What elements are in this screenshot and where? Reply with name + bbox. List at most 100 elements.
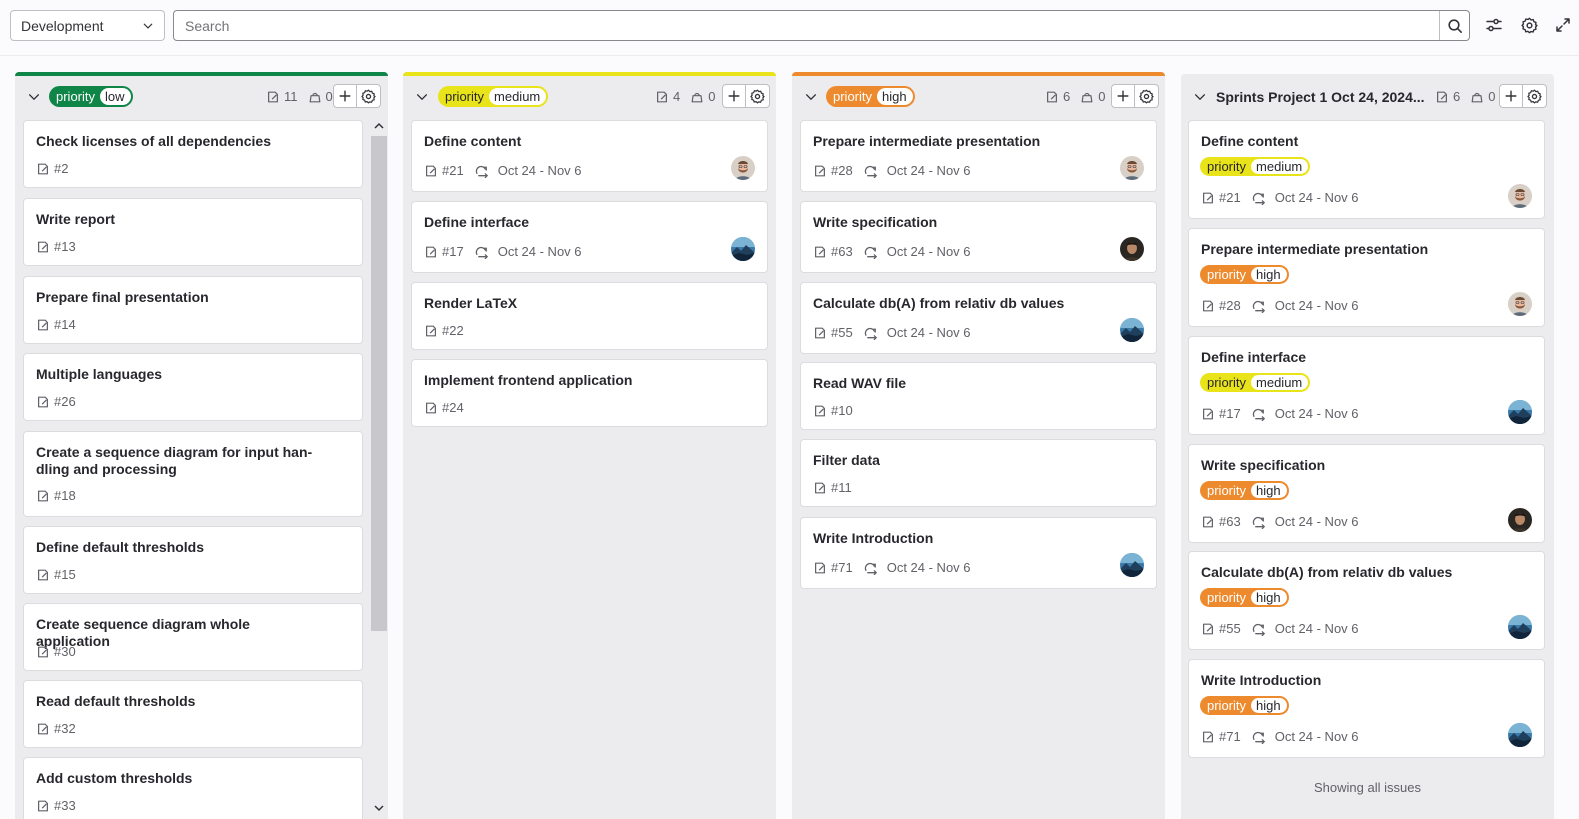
- issue-card[interactable]: Define default thresholds #15: [23, 526, 363, 594]
- list-settings-button[interactable]: [1135, 84, 1159, 108]
- issue-title: Define interface: [424, 214, 530, 230]
- issue-count: 6: [1063, 89, 1071, 104]
- issue-count: 4: [673, 89, 681, 104]
- new-issue-button[interactable]: [1111, 84, 1135, 108]
- scrollbar-thumb[interactable]: [371, 136, 387, 631]
- iteration-dates: Oct 24 - Nov 6: [1274, 406, 1359, 421]
- list-settings-button[interactable]: [357, 84, 381, 108]
- issue-card[interactable]: Multiple languages #26: [23, 353, 363, 421]
- issue-card[interactable]: Define interface priority medium #17 Oct …: [1188, 336, 1545, 435]
- bearded-man-avatar[interactable]: [731, 156, 755, 180]
- issue-icon: [36, 162, 50, 176]
- mountain-avatar[interactable]: [1508, 615, 1532, 639]
- board-settings-gear-icon[interactable]: [1520, 16, 1538, 34]
- mountain-avatar[interactable]: [1120, 553, 1144, 577]
- issue-icon: [813, 326, 827, 340]
- collapse-chevron-icon[interactable]: [1193, 90, 1207, 104]
- new-issue-button[interactable]: [1499, 84, 1523, 108]
- bearded-man-avatar[interactable]: [1508, 292, 1532, 316]
- plus-icon: [1504, 89, 1518, 103]
- new-issue-button[interactable]: [333, 84, 357, 108]
- issue-card[interactable]: Render LaTeX #22: [411, 282, 768, 350]
- list-settings-button[interactable]: [1523, 84, 1547, 108]
- issue-card[interactable]: Prepare intermediate presentation priori…: [1188, 228, 1545, 327]
- label-pill[interactable]: priority high: [1200, 265, 1289, 284]
- label-pill[interactable]: priority high: [1200, 588, 1289, 607]
- weight-icon: [308, 90, 322, 104]
- issue-card[interactable]: Prepare final presentation #14: [23, 276, 363, 344]
- issue-title: Calculate db(A) from relativ db values: [813, 295, 1065, 311]
- issue-card[interactable]: Read WAV file #10: [800, 362, 1157, 430]
- issue-card[interactable]: Check licenses of all dependencies #2: [23, 120, 363, 188]
- issue-card[interactable]: Calculate db(A) from relativ db values #…: [800, 282, 1157, 354]
- issue-card[interactable]: Prepare intermediate presentation #28 Oc…: [800, 120, 1157, 192]
- issue-title: Write report: [36, 211, 116, 227]
- issue-card[interactable]: Write Introduction priority high #71 Oct …: [1188, 659, 1545, 758]
- issue-card[interactable]: Define content #21 Oct 24 - Nov 6: [411, 120, 768, 192]
- list-counts: 6 0: [1435, 89, 1501, 104]
- label-pill[interactable]: priority high: [1200, 481, 1289, 500]
- bearded-man-avatar[interactable]: [1120, 156, 1144, 180]
- mountain-avatar[interactable]: [1508, 723, 1532, 747]
- scroll-down-arrow-icon[interactable]: [374, 804, 384, 812]
- label-pill[interactable]: priority medium: [1200, 157, 1311, 176]
- dark-portrait-avatar[interactable]: [1120, 237, 1144, 261]
- collapse-chevron-icon[interactable]: [27, 90, 41, 104]
- list-scrollbar[interactable]: [371, 118, 387, 818]
- issue-card[interactable]: Implement frontend application #24: [411, 359, 768, 427]
- search-input[interactable]: [174, 11, 1440, 40]
- issue-meta: #18: [36, 488, 76, 503]
- issue-number: #26: [54, 394, 76, 409]
- issue-title: Render LaTeX: [424, 295, 518, 311]
- bearded-man-avatar[interactable]: [1508, 184, 1532, 208]
- issue-card[interactable]: Write specification #63 Oct 24 - Nov 6: [800, 201, 1157, 273]
- scroll-up-arrow-icon[interactable]: [374, 122, 384, 130]
- issue-title: Prepare intermediate presentation: [1201, 241, 1429, 257]
- label-pill[interactable]: priority medium: [438, 86, 549, 107]
- list-color-bar: [792, 72, 1165, 76]
- collapse-chevron-icon[interactable]: [804, 90, 818, 104]
- filter-settings-icon[interactable]: [1485, 16, 1503, 34]
- issue-title-line: Create a sequence diagram for input han-: [36, 444, 313, 460]
- label-pill[interactable]: priority low: [49, 86, 133, 107]
- board-select[interactable]: Development: [10, 10, 165, 41]
- issue-number: #11: [831, 480, 852, 495]
- issue-card[interactable]: Filter data #11: [800, 439, 1157, 507]
- issue-card[interactable]: Define content priority medium #21 Oct 24…: [1188, 120, 1545, 219]
- gear-icon: [361, 89, 376, 104]
- plus-icon: [1116, 89, 1130, 103]
- label-pill[interactable]: priority high: [826, 86, 915, 107]
- list-header: priority medium 4 0: [403, 84, 776, 110]
- issue-meta: #15: [36, 567, 76, 582]
- issue-card[interactable]: Define interface #17 Oct 24 - Nov 6: [411, 201, 768, 273]
- mountain-avatar[interactable]: [1508, 400, 1532, 424]
- dark-portrait-avatar[interactable]: [1508, 508, 1532, 532]
- issue-meta: #22: [424, 323, 464, 338]
- issue-card[interactable]: Read default thresholds #32: [23, 680, 363, 748]
- label-pill[interactable]: priority high: [1200, 696, 1289, 715]
- list-settings-button[interactable]: [746, 84, 770, 108]
- collapse-chevron-icon[interactable]: [415, 90, 429, 104]
- iteration-dates: Oct 24 - Nov 6: [1274, 190, 1359, 205]
- gear-icon: [1527, 89, 1542, 104]
- search-button[interactable]: [1439, 11, 1469, 40]
- issue-meta: #17 Oct 24 - Nov 6: [424, 244, 582, 259]
- issue-card[interactable]: Create sequence diagram whole applicatio…: [23, 603, 363, 671]
- issue-meta: #13: [36, 239, 76, 254]
- mountain-avatar[interactable]: [731, 237, 755, 261]
- issue-card[interactable]: Write report #13: [23, 198, 363, 266]
- list-header: priority low 11 0: [15, 84, 388, 110]
- issue-card[interactable]: Write Introduction #71 Oct 24 - Nov 6: [800, 517, 1157, 589]
- board-list-priority-medium: priority medium 4 0 Define content #21 O…: [403, 72, 776, 819]
- issue-card[interactable]: Calculate db(A) from relativ db values p…: [1188, 551, 1545, 650]
- issue-card[interactable]: Create a sequence diagram for input han-…: [23, 431, 363, 517]
- expand-fullscreen-icon[interactable]: [1555, 16, 1571, 34]
- issue-card[interactable]: Write specification priority high #63 Oct…: [1188, 444, 1545, 543]
- issue-card[interactable]: Add custom thresholds #33: [23, 757, 363, 819]
- mountain-avatar[interactable]: [1120, 318, 1144, 342]
- issue-number: #14: [54, 317, 76, 332]
- issue-number: #63: [1219, 514, 1241, 529]
- plus-icon: [727, 89, 741, 103]
- new-issue-button[interactable]: [722, 84, 746, 108]
- label-pill[interactable]: priority medium: [1200, 373, 1311, 392]
